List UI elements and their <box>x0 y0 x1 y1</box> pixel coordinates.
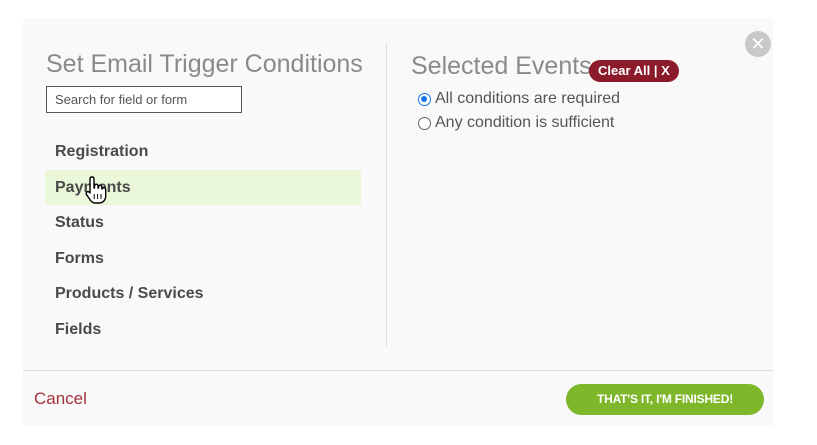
radio-all-required-label: All conditions are required <box>435 90 620 107</box>
right-panel-title: Selected Events <box>411 52 592 80</box>
field-item-forms[interactable]: Forms <box>45 241 361 277</box>
search-input[interactable] <box>46 86 242 113</box>
field-item-status[interactable]: Status <box>45 205 361 241</box>
cancel-link[interactable]: Cancel <box>34 389 87 409</box>
radio-checked-icon[interactable] <box>418 92 431 106</box>
left-panel-title: Set Email Trigger Conditions <box>46 50 363 78</box>
radio-any-sufficient-label: Any condition is sufficient <box>435 114 615 131</box>
field-category-list: Registration Payments Status Forms Produ… <box>45 134 361 347</box>
field-item-fields[interactable]: Fields <box>45 312 361 348</box>
footer-divider <box>23 370 773 371</box>
close-icon: ✕ <box>750 34 766 54</box>
field-item-products-services[interactable]: Products / Services <box>45 276 361 312</box>
finish-button[interactable]: THAT'S IT, I'M FINISHED! <box>566 384 764 415</box>
radio-any-sufficient[interactable]: Any condition is sufficient <box>418 114 614 132</box>
close-button[interactable]: ✕ <box>745 31 771 57</box>
radio-all-required[interactable]: All conditions are required <box>418 90 620 108</box>
panel-divider <box>386 44 387 346</box>
clear-all-button[interactable]: Clear All | X <box>589 60 679 82</box>
field-item-registration[interactable]: Registration <box>45 134 361 170</box>
radio-unchecked-icon[interactable] <box>418 116 431 130</box>
hand-pointer-icon <box>85 176 107 204</box>
